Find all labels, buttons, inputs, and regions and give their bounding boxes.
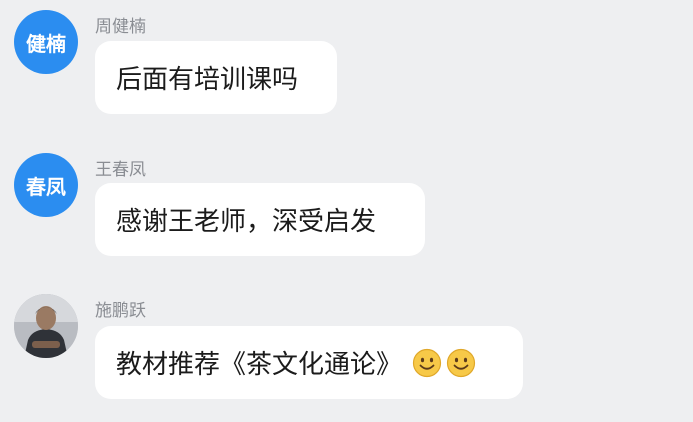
message-text: 教材推荐《茶文化通论》 bbox=[116, 350, 403, 380]
smiling-face-emoji bbox=[446, 348, 476, 377]
avatar-initials: 健楠 bbox=[26, 31, 66, 56]
sender-name: 周健楠 bbox=[95, 17, 146, 37]
smiling-face-emoji bbox=[412, 348, 442, 377]
avatar[interactable] bbox=[14, 294, 78, 358]
avatar[interactable]: 健楠 bbox=[14, 10, 78, 74]
message-text: 后面有培训课吗 bbox=[116, 65, 299, 95]
message-text: 感谢王老师，深受启发 bbox=[116, 207, 377, 237]
sender-name: 王春凤 bbox=[95, 160, 146, 180]
message-bubble[interactable]: 感谢王老师，深受启发 bbox=[95, 183, 425, 256]
sender-name: 施鹏跃 bbox=[95, 301, 146, 321]
message-bubble[interactable]: 教材推荐《茶文化通论》 bbox=[95, 326, 523, 399]
avatar-initials: 春凤 bbox=[26, 174, 66, 199]
message-bubble[interactable]: 后面有培训课吗 bbox=[95, 41, 337, 114]
avatar[interactable]: 春凤 bbox=[14, 153, 78, 217]
chat-message-list: 健楠 周健楠 后面有培训课吗 春凤 王春凤 感谢王老师，深受启发 施鹏跃 教材推… bbox=[0, 0, 693, 422]
emoji-group bbox=[408, 348, 476, 378]
user-photo-icon bbox=[14, 294, 78, 358]
